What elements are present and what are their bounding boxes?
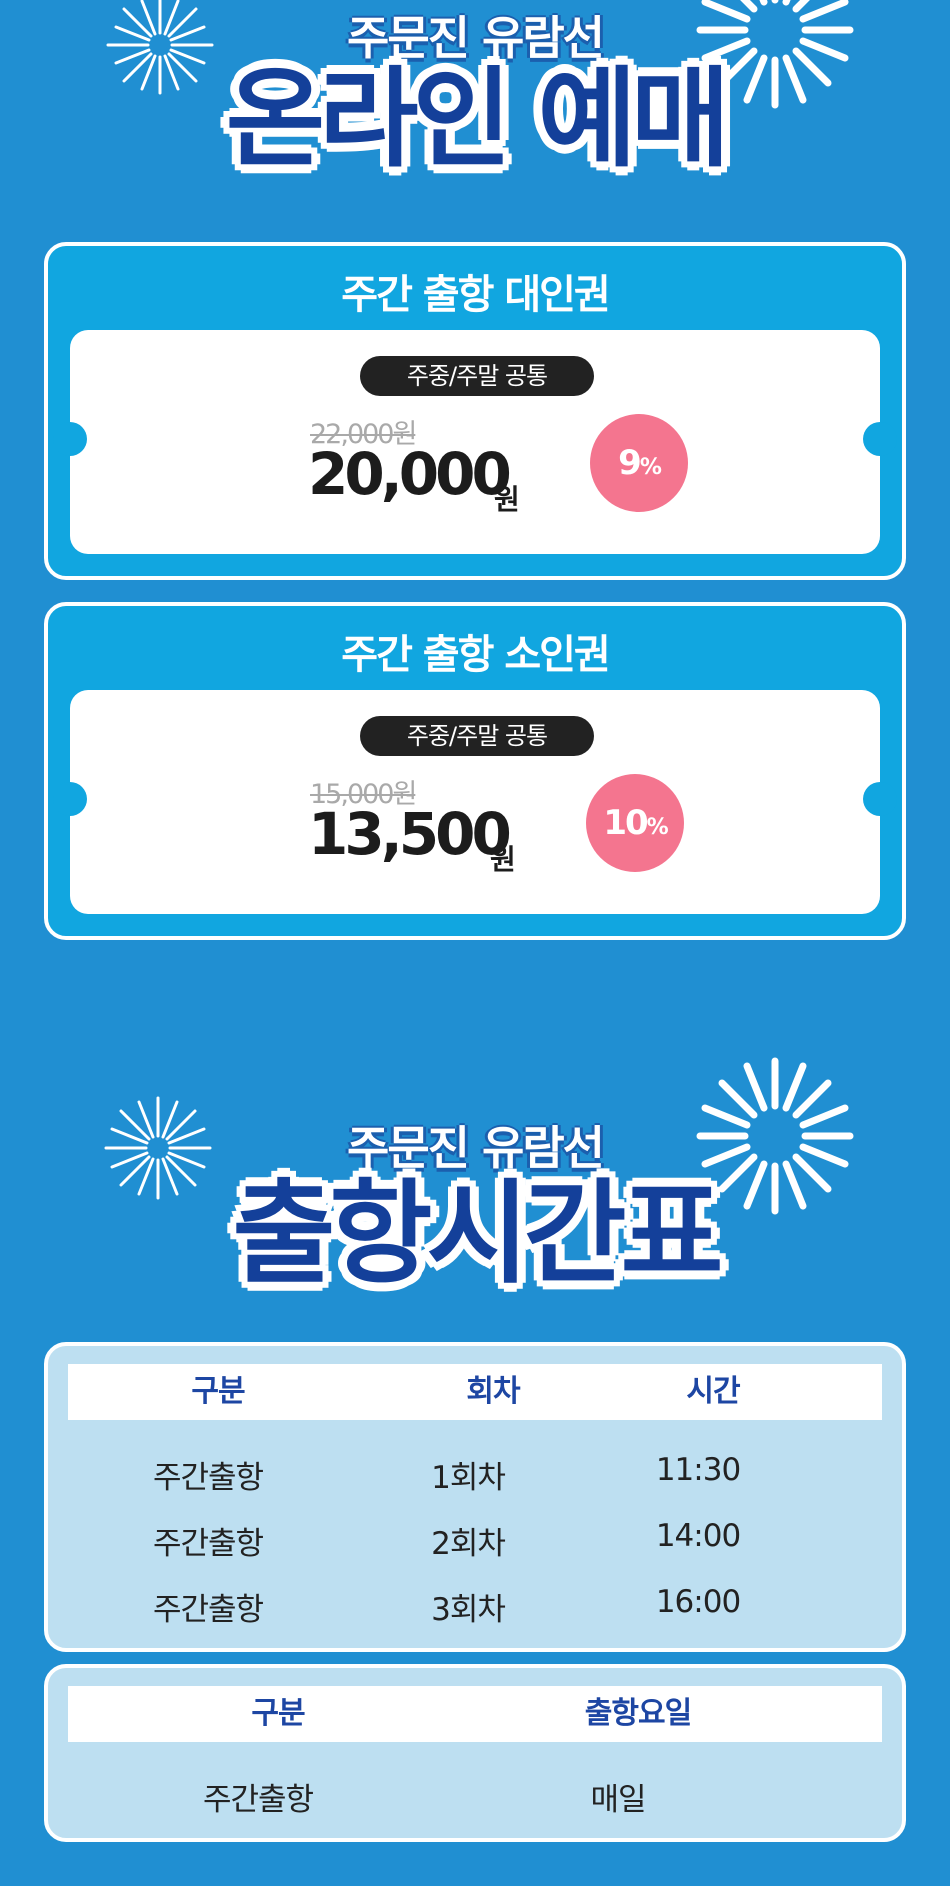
discount-badge: 9% — [590, 414, 688, 512]
ticket-notch — [863, 422, 897, 456]
schedule-title: 출항시간표 — [230, 1167, 726, 1302]
table-cell: 주간출항 — [152, 1526, 264, 1562]
discount-badge: 10% — [586, 774, 684, 872]
table-cell: 주간출항 — [202, 1782, 314, 1818]
ticket-title: 주간 출항 대인권 — [341, 272, 610, 318]
ticket-title: 주간 출항 소인권 — [341, 632, 610, 678]
table-cell: 11:30 — [655, 1452, 741, 1488]
currency-label: 원 — [490, 843, 516, 876]
ticket-tag: 주중/주말 공통 — [360, 356, 594, 396]
schedule-table: 구분 회차 시간 주간출항 1회차 11:30 주간출항 2회차 14:00 주… — [44, 1342, 906, 1652]
column-header: 출항요일 — [584, 1696, 692, 1731]
discount-value: 9 — [618, 443, 642, 483]
column-header: 구분 — [191, 1374, 245, 1409]
ticket-body: 주중/주말 공통 15,000원 13,500 원 10% — [53, 690, 897, 914]
table-cell: 2회차 — [431, 1526, 506, 1562]
ticket-notch — [53, 782, 87, 816]
table-cell: 주간출항 — [152, 1592, 264, 1628]
days-table: 구분 출항요일 주간출항 매일 — [44, 1664, 906, 1842]
online-title: 온라인 예매 — [223, 55, 732, 185]
ticket-card-child[interactable]: 주간 출항 소인권 주중/주말 공통 15,000원 13,500 원 10% — [44, 602, 906, 940]
sale-price: 13,500 — [308, 800, 512, 868]
table-cell: 주간출항 — [152, 1460, 264, 1496]
table-cell: 매일 — [590, 1782, 646, 1818]
column-header: 시간 — [686, 1374, 740, 1409]
table-cell: 14:00 — [655, 1518, 741, 1554]
discount-unit: % — [639, 454, 662, 480]
table-cell: 3회차 — [431, 1592, 506, 1628]
column-header: 회차 — [466, 1374, 520, 1409]
ticket-body: 주중/주말 공통 22,000원 20,000 원 9% — [53, 330, 897, 554]
currency-label: 원 — [494, 483, 520, 516]
table-cell: 16:00 — [655, 1584, 741, 1620]
ticket-notch — [863, 782, 897, 816]
ticket-notch — [53, 422, 87, 456]
column-header: 구분 — [251, 1696, 305, 1731]
sale-price: 20,000 — [308, 440, 512, 508]
table-cell: 1회차 — [431, 1460, 506, 1496]
discount-value: 10 — [603, 803, 648, 843]
table-header: 구분 회차 시간 — [68, 1364, 882, 1420]
table-header: 구분 출항요일 — [68, 1686, 882, 1742]
discount-unit: % — [646, 814, 669, 840]
ticket-card-adult[interactable]: 주간 출항 대인권 주중/주말 공통 22,000원 20,000 원 9% — [44, 242, 906, 580]
ticket-tag: 주중/주말 공통 — [360, 716, 594, 756]
